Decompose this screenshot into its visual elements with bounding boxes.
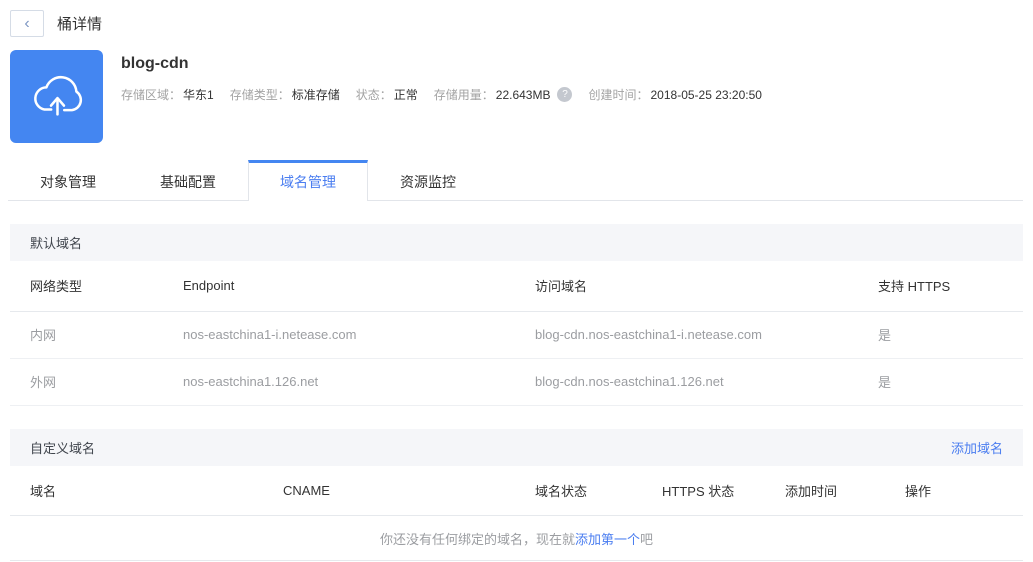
default-domain-section: 默认域名 网络类型 Endpoint 访问域名 支持 HTTPS 内网 nos-… — [10, 224, 1023, 406]
meta-status: 状态： 正常 — [355, 88, 418, 102]
empty-text-suffix: 吧 — [640, 531, 654, 547]
col-access-domain: 访问域名 — [535, 261, 878, 312]
tab-bar: 对象管理 基础配置 域名管理 资源监控 — [8, 160, 1023, 201]
cell-https-support: 是 — [878, 358, 1023, 406]
cell-endpoint: nos-eastchina1-i.netease.com — [183, 311, 535, 359]
col-domain-status: 域名状态 — [535, 465, 662, 516]
bucket-meta: 存储区域： 华东1 存储类型： 标准存储 状态： 正常 存储用量： 22.643… — [121, 86, 778, 103]
custom-domain-section: 自定义域名 添加域名 域名 CNAME 域名状态 HTTPS 状态 添加时间 操… — [10, 428, 1023, 561]
default-domain-section-header: 默认域名 — [10, 224, 1023, 261]
empty-state: 你还没有任何绑定的域名，现在就 添加第一个吧 — [10, 516, 1023, 561]
col-actions: 操作 — [905, 465, 1023, 516]
topbar: ‹ 桶详情 — [0, 0, 1033, 37]
default-domain-table: 网络类型 Endpoint 访问域名 支持 HTTPS 内网 nos-eastc… — [10, 261, 1023, 406]
col-network-type: 网络类型 — [10, 261, 183, 312]
custom-domain-section-header: 自定义域名 添加域名 — [10, 428, 1023, 466]
add-domain-link[interactable]: 添加域名 — [951, 438, 1003, 457]
empty-text-prefix: 你还没有任何绑定的域名，现在就 — [379, 531, 575, 547]
tab-resource-monitor[interactable]: 资源监控 — [368, 160, 488, 200]
meta-usage: 存储用量： 22.643MB ? — [434, 86, 573, 103]
cell-https-support: 是 — [878, 311, 1023, 359]
table-row: 内网 nos-eastchina1-i.netease.com blog-cdn… — [10, 311, 1023, 359]
col-endpoint: Endpoint — [183, 261, 535, 312]
col-cname: CNAME — [283, 465, 535, 516]
cell-access-domain: blog-cdn.nos-eastchina1-i.netease.com — [535, 311, 878, 359]
tab-object-management[interactable]: 对象管理 — [8, 160, 128, 200]
meta-region: 存储区域： 华东1 — [121, 88, 214, 102]
tab-domain-management[interactable]: 域名管理 — [248, 160, 368, 201]
bucket-name: blog-cdn — [121, 55, 189, 72]
table-header-row: 域名 CNAME 域名状态 HTTPS 状态 添加时间 操作 — [10, 465, 1023, 516]
tab-basic-config[interactable]: 基础配置 — [128, 160, 248, 200]
help-icon[interactable]: ? — [557, 87, 573, 102]
col-https-status: HTTPS 状态 — [662, 465, 785, 516]
section-title: 默认域名 — [30, 236, 83, 251]
page-title: 桶详情 — [57, 16, 103, 33]
cell-access-domain: blog-cdn.nos-eastchina1.126.net — [535, 358, 878, 406]
section-title: 自定义域名 — [30, 440, 96, 456]
meta-created: 创建时间： 2018-05-25 23:20:50 — [588, 87, 762, 103]
cell-endpoint: nos-eastchina1.126.net — [183, 358, 535, 406]
chevron-left-icon: ‹ — [24, 15, 30, 32]
col-add-time: 添加时间 — [785, 465, 905, 516]
col-https-support: 支持 HTTPS — [878, 261, 1023, 312]
back-button[interactable]: ‹ — [10, 10, 44, 37]
table-row: 外网 nos-eastchina1.126.net blog-cdn.nos-e… — [10, 358, 1023, 406]
add-first-domain-link[interactable]: 添加第一个 — [575, 529, 640, 548]
custom-domain-table: 域名 CNAME 域名状态 HTTPS 状态 添加时间 操作 — [10, 465, 1023, 516]
meta-storage-type: 存储类型： 标准存储 — [229, 88, 340, 102]
cell-network-type: 外网 — [10, 358, 183, 406]
col-domain: 域名 — [10, 465, 283, 516]
bucket-header: blog-cdn 存储区域： 华东1 存储类型： 标准存储 状态： 正常 存储用… — [10, 50, 1033, 143]
bucket-icon — [10, 50, 103, 143]
table-header-row: 网络类型 Endpoint 访问域名 支持 HTTPS — [10, 261, 1023, 312]
cell-network-type: 内网 — [10, 311, 183, 359]
cloud-upload-icon — [26, 63, 88, 130]
